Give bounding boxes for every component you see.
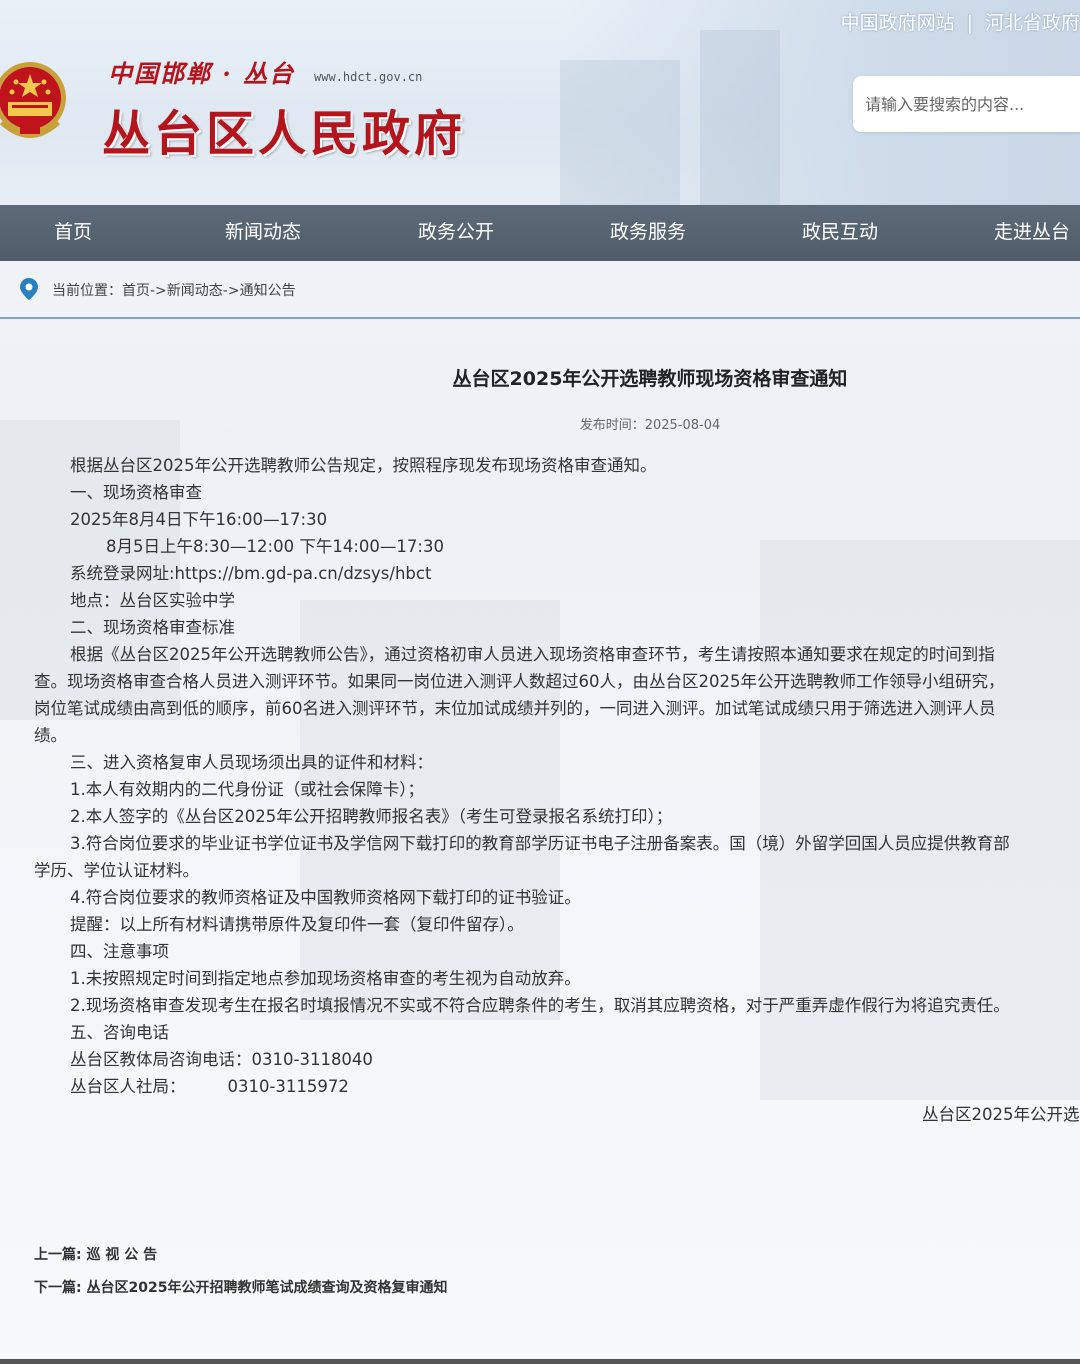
article-signature: 丛台区2025年公开选 <box>922 1105 1080 1124</box>
publish-date: 发布时间：2025-08-04 <box>579 418 721 433</box>
prev-article-link[interactable]: 巡 视 公 告 <box>86 1247 157 1263</box>
breadcrumb-text: 当前位置：首页->新闻动态->通知公告 <box>52 280 296 300</box>
paragraph: 学历、学位认证材料。 <box>34 861 199 880</box>
section-heading: 五、咨询电话 <box>70 1023 169 1042</box>
section-heading: 三、进入资格复审人员现场须出具的证件和材料： <box>70 753 433 772</box>
article-title: 丛台区2025年公开选聘教师现场资格审查通知 <box>452 368 848 390</box>
prev-article-label: 上一篇: <box>34 1247 82 1263</box>
paragraph: 根据丛台区2025年公开选聘教师公告规定，按照程序现发布现场资格审查通知。 <box>70 456 657 475</box>
next-article-link[interactable]: 丛台区2025年公开招聘教师笔试成绩查询及资格复审通知 <box>86 1280 447 1296</box>
header-building-shape <box>700 30 780 205</box>
site-domain: www.hdct.gov.cn <box>314 70 423 84</box>
paragraph: 2025年8月4日下午16:00—17:30 <box>70 510 328 529</box>
site-header: 中国邯郸 · 丛台 www.hdct.gov.cn 丛台区人民政府 中国政府网站… <box>0 0 1080 205</box>
paragraph: 2.本人签字的《丛台区2025年公开招聘教师报名表》（考生可登录报名系统打印）； <box>70 807 673 826</box>
breadcrumb-notices[interactable]: 通知公告 <box>240 283 296 299</box>
breadcrumb-label: 当前位置： <box>52 283 122 299</box>
prev-article: 上一篇: 巡 视 公 告 <box>34 1244 157 1264</box>
section-heading: 一、现场资格审查 <box>70 483 202 502</box>
article-body: 根据丛台区2025年公开选聘教师公告规定，按照程序现发布现场资格审查通知。 一、… <box>34 452 1080 1100</box>
site-title: 丛台区人民政府 <box>102 106 467 162</box>
next-article: 下一篇: 丛台区2025年公开招聘教师笔试成绩查询及资格复审通知 <box>34 1277 447 1297</box>
paragraph: 提醒：以上所有材料请携带原件及复印件一套（复印件留存）。 <box>70 915 524 934</box>
section-heading: 四、注意事项 <box>70 942 169 961</box>
link-hebei-gov[interactable]: 河北省政府 <box>985 12 1080 34</box>
paragraph: 查。现场资格审查合格人员进入测评环节。如果同一岗位进入测评人数超过60人，由丛台… <box>34 672 1005 691</box>
paragraph: 4.符合岗位要求的教师资格证及中国教师资格网下载打印的证书验证。 <box>70 888 581 907</box>
breadcrumb-arrow: -> <box>150 283 167 299</box>
paragraph: 根据《丛台区2025年公开选聘教师公告》，通过资格初审人员进入现场资格审查环节，… <box>70 645 995 664</box>
top-links-separator: | <box>966 12 973 34</box>
main-nav: 首页 新闻动态 政务公开 政务服务 政民互动 走进丛台 <box>0 205 1080 261</box>
breadcrumb-news[interactable]: 新闻动态 <box>167 283 223 299</box>
paragraph: 1.本人有效期内的二代身份证（或社会保障卡）； <box>70 780 424 799</box>
paragraph: 系统登录网址:https://bm.gd-pa.cn/dzsys/hbct <box>70 564 432 583</box>
breadcrumb: 当前位置：首页->新闻动态->通知公告 <box>0 261 1080 319</box>
paragraph: 8月5日上午8:30—12:00 下午14:00—17:30 <box>106 537 444 556</box>
paragraph: 3.符合岗位要求的毕业证书学位证书及学信网下载打印的教育部学历证书电子注册备案表… <box>70 834 1010 853</box>
search-box <box>853 76 1080 132</box>
breadcrumb-arrow: -> <box>222 283 240 299</box>
paragraph: 地点：丛台区实验中学 <box>70 591 235 610</box>
location-pin-icon <box>20 278 38 300</box>
paragraph: 岗位笔试成绩由高到低的顺序，前60名进入测评环节，末位加试成绩并列的，一同进入测… <box>34 699 996 718</box>
nav-item-news[interactable]: 新闻动态 <box>225 205 301 261</box>
paragraph: 1.未按照规定时间到指定地点参加现场资格审查的考生视为自动放弃。 <box>70 969 581 988</box>
nav-item-gov-services[interactable]: 政务服务 <box>610 205 686 261</box>
paragraph: 丛台区教体局咨询电话：0310-3118040 <box>70 1050 373 1069</box>
top-links: 中国政府网站 | 河北省政府 <box>841 8 1080 35</box>
header-building-shape <box>560 60 680 205</box>
paragraph: 丛台区人社局： 0310-3115972 <box>70 1077 349 1096</box>
footer-divider <box>0 1359 1080 1364</box>
link-china-gov[interactable]: 中国政府网站 <box>841 12 955 34</box>
paragraph: 2.现场资格审查发现考生在报名时填报情况不实或不符合应聘条件的考生，取消其应聘资… <box>70 996 1010 1015</box>
nav-item-gov-affairs-open[interactable]: 政务公开 <box>418 205 494 261</box>
national-emblem-icon <box>0 62 66 138</box>
paragraph: 绩。 <box>34 726 67 745</box>
section-heading: 二、现场资格审查标准 <box>70 618 235 637</box>
nav-item-home[interactable]: 首页 <box>54 205 92 261</box>
nav-item-interaction[interactable]: 政民互动 <box>802 205 878 261</box>
breadcrumb-home[interactable]: 首页 <box>122 283 150 299</box>
search-input[interactable] <box>865 94 1080 114</box>
nav-item-about-congtai[interactable]: 走进丛台 <box>994 205 1070 261</box>
next-article-label: 下一篇: <box>34 1280 82 1296</box>
site-subtitle: 中国邯郸 · 丛台 <box>108 59 296 88</box>
